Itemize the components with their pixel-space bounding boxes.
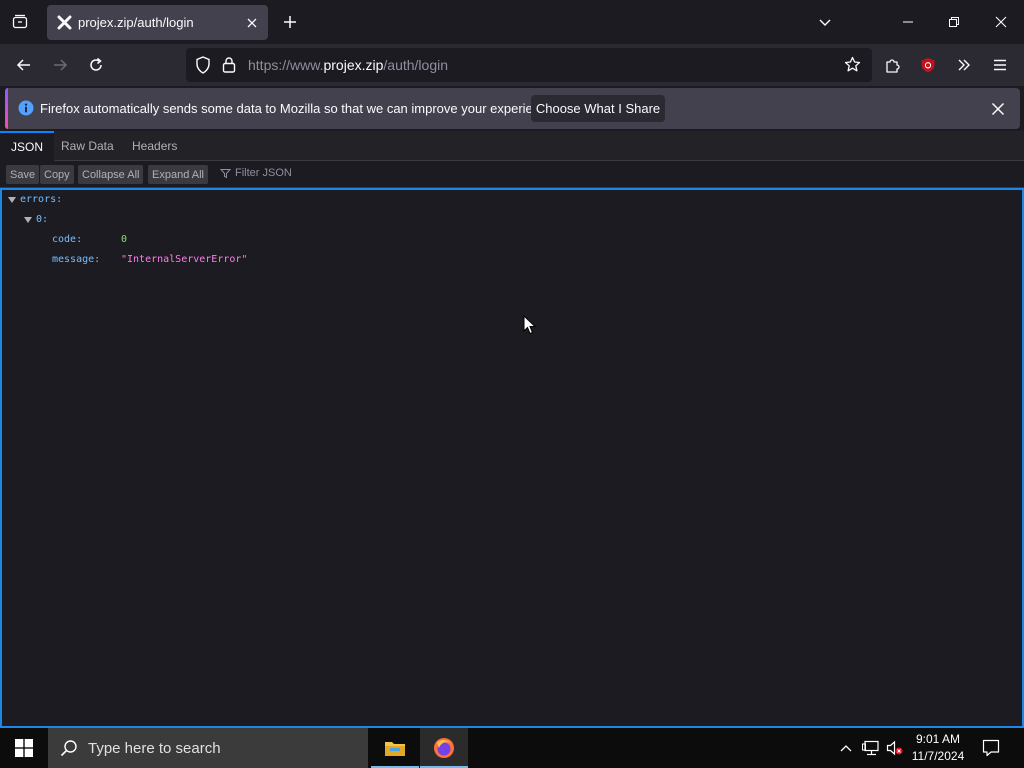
- tab-title: projex.zip/auth/login: [78, 15, 194, 30]
- save-button[interactable]: Save: [6, 165, 40, 184]
- url-prefix: https://www.: [248, 57, 324, 73]
- windows-start-icon[interactable]: [0, 728, 48, 768]
- clock-date: 11/7/2024: [911, 749, 965, 763]
- new-tab-icon[interactable]: [278, 10, 302, 34]
- tab-headers[interactable]: Headers: [121, 131, 188, 161]
- forward-arrow-icon[interactable]: [46, 51, 74, 79]
- app-menu-hamburger-icon[interactable]: [986, 51, 1014, 79]
- url-domain: projex.zip: [323, 57, 384, 73]
- address-bar[interactable]: https://www.projex.zip/auth/login: [186, 48, 872, 82]
- close-notification-icon[interactable]: [987, 98, 1009, 120]
- firefox-taskbar-icon[interactable]: [420, 728, 468, 768]
- json-row-code[interactable]: code: 0: [52, 234, 127, 245]
- filter-json-input[interactable]: Filter JSON: [220, 167, 292, 179]
- json-row-errors[interactable]: errors:: [8, 194, 62, 205]
- tab-overflow-chevron-icon[interactable]: [808, 6, 842, 38]
- json-tree-panel: errors: 0: code: 0 message: "InternalSer…: [0, 188, 1024, 728]
- tab-bar: projex.zip/auth/login: [0, 0, 1024, 44]
- json-number-value: 0: [121, 234, 128, 245]
- restore-icon[interactable]: [937, 6, 971, 38]
- json-row-index-0[interactable]: 0:: [24, 214, 48, 225]
- tracking-protection-shield-icon[interactable]: [195, 56, 211, 74]
- info-icon: [18, 100, 34, 116]
- viewer-tab-strip: JSON Raw Data Headers: [0, 131, 1024, 161]
- browser-tab[interactable]: projex.zip/auth/login: [47, 5, 268, 40]
- expand-triangle-icon[interactable]: [24, 216, 32, 223]
- json-toolbar: Save Copy Collapse All Expand All Filter…: [0, 162, 1024, 188]
- tab-json[interactable]: JSON: [0, 131, 55, 161]
- reload-icon[interactable]: [82, 51, 110, 79]
- back-arrow-icon[interactable]: [10, 51, 38, 79]
- json-row-message[interactable]: message: "InternalServerError": [52, 254, 247, 265]
- notification-message: Firefox automatically sends some data to…: [40, 101, 558, 116]
- notification-accent-stripe: [5, 88, 8, 129]
- file-explorer-icon[interactable]: [371, 728, 419, 768]
- close-tab-icon[interactable]: [242, 13, 262, 33]
- json-viewer: JSON Raw Data Headers Save Copy Collapse…: [0, 131, 1024, 728]
- system-clock[interactable]: 9:01 AM 11/7/2024: [908, 731, 968, 765]
- expand-triangle-icon[interactable]: [8, 196, 16, 203]
- copy-button[interactable]: Copy: [40, 165, 74, 184]
- close-window-icon[interactable]: [984, 6, 1018, 38]
- site-favicon-icon: [57, 15, 72, 30]
- show-hidden-icons-chevron-icon[interactable]: [839, 741, 853, 755]
- choose-what-i-share-button[interactable]: Choose What I Share: [531, 95, 665, 122]
- expand-all-button[interactable]: Expand All: [148, 165, 208, 184]
- navigation-toolbar: https://www.projex.zip/auth/login: [0, 44, 1024, 86]
- volume-muted-icon[interactable]: [886, 740, 904, 756]
- mouse-cursor-icon: [523, 315, 536, 335]
- more-tools-chevrons-icon[interactable]: [950, 51, 978, 79]
- bookmark-star-icon[interactable]: [844, 56, 861, 73]
- json-key: code:: [52, 234, 83, 245]
- data-sharing-notification: Firefox automatically sends some data to…: [5, 88, 1020, 129]
- windows-taskbar: Type here to search 9:01 AM 11/7/2024: [0, 728, 1024, 768]
- action-center-notification-icon[interactable]: [982, 739, 1000, 757]
- json-string-value: "InternalServerError": [121, 254, 248, 265]
- clock-time: 9:01 AM: [915, 732, 961, 746]
- collapse-all-button[interactable]: Collapse All: [78, 165, 144, 184]
- filter-placeholder: Filter JSON: [235, 167, 292, 179]
- search-placeholder: Type here to search: [88, 740, 221, 757]
- extensions-puzzle-icon[interactable]: [878, 51, 906, 79]
- json-key: message:: [52, 254, 101, 265]
- filter-funnel-icon: [220, 168, 231, 178]
- minimize-icon[interactable]: [891, 6, 925, 38]
- lock-icon[interactable]: [222, 56, 236, 73]
- taskbar-search-box[interactable]: Type here to search: [48, 728, 368, 768]
- list-all-tabs-icon[interactable]: [6, 8, 34, 36]
- tab-raw-data[interactable]: Raw Data: [50, 131, 125, 161]
- ublock-origin-icon[interactable]: [914, 51, 942, 79]
- search-icon: [60, 739, 78, 757]
- json-key: 0:: [36, 214, 49, 225]
- url-path: /auth/login: [383, 57, 448, 73]
- json-key: errors:: [20, 194, 63, 205]
- network-icon[interactable]: [862, 740, 880, 756]
- url-text[interactable]: https://www.projex.zip/auth/login: [248, 57, 448, 73]
